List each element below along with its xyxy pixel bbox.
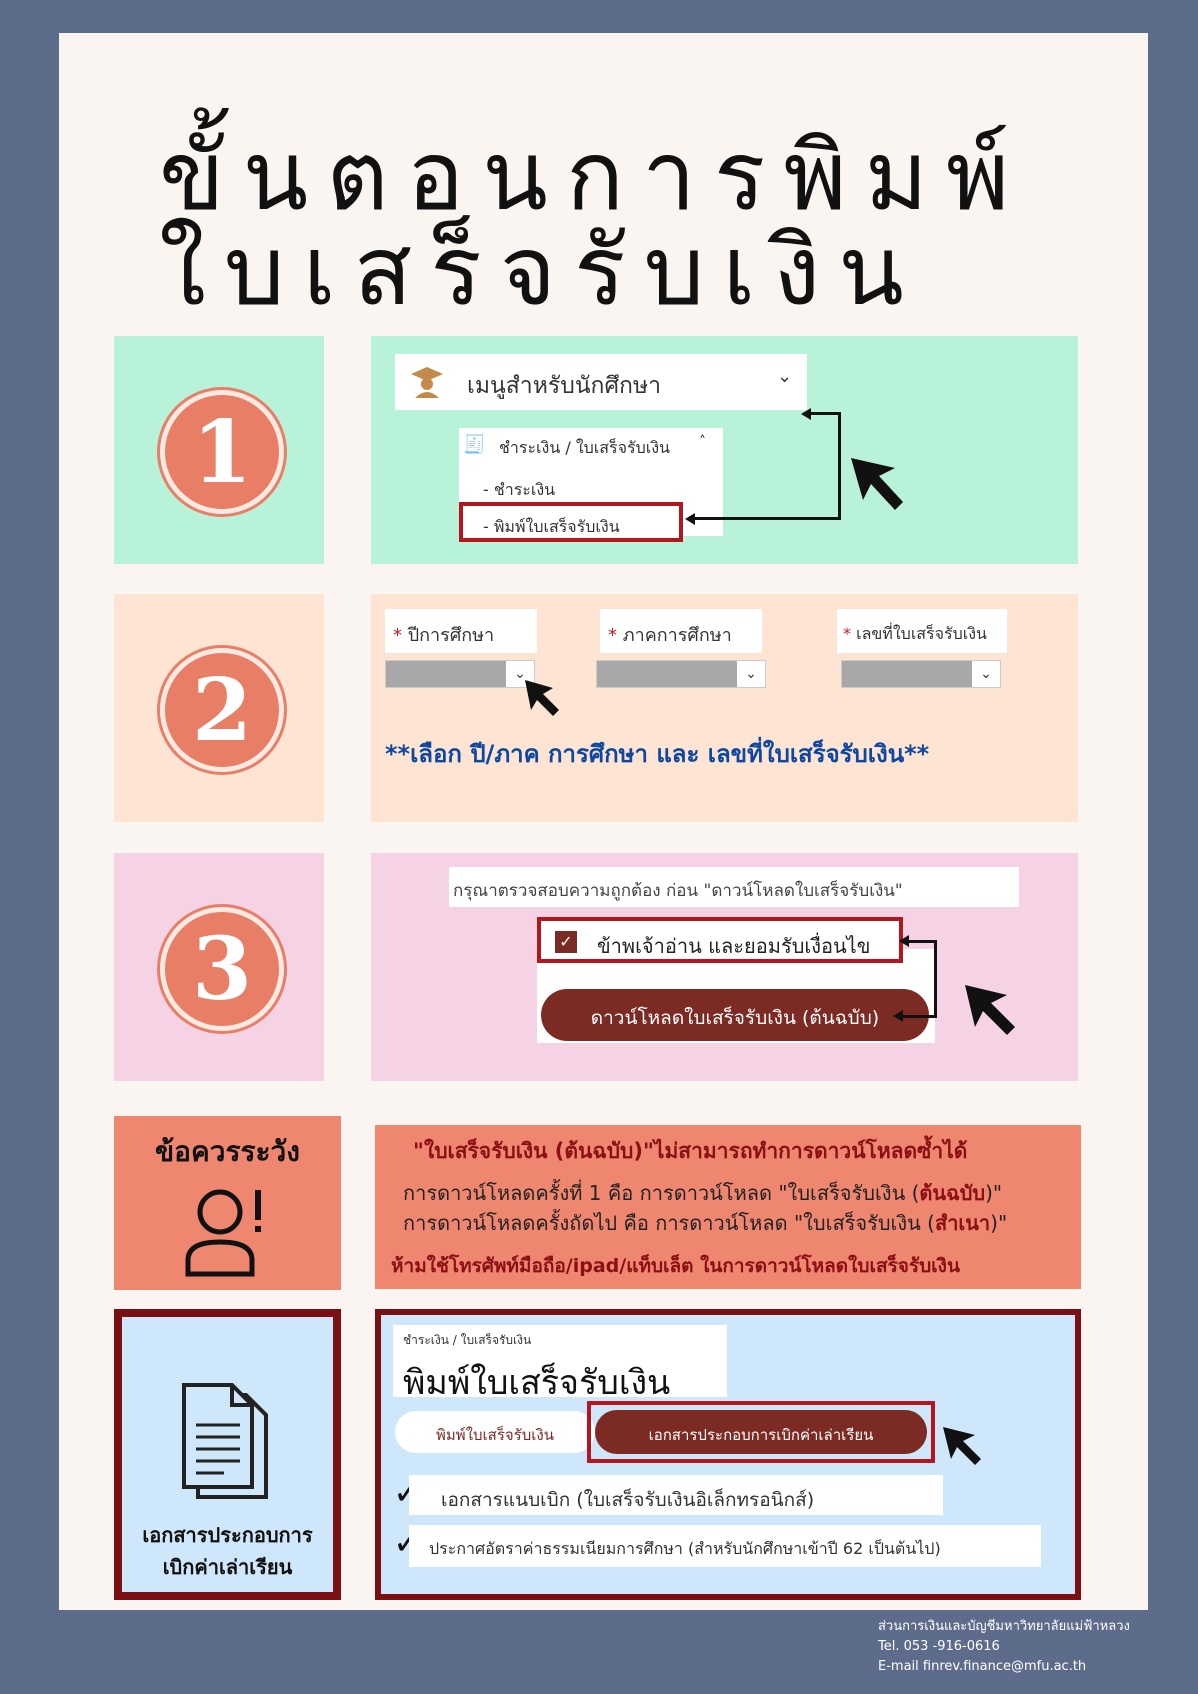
caution-line-2: การดาวน์โหลดครั้งที่ 1 คือ การดาวน์โหลด … <box>403 1181 1003 1205</box>
connector-line <box>934 940 937 1018</box>
step-2-badge: 2 <box>160 648 284 772</box>
term-label-box: * ภาคการศึกษา <box>600 609 762 653</box>
term-select[interactable]: ⌄ <box>596 660 766 688</box>
step-3-badge: 3 <box>160 907 284 1031</box>
chevron-down-icon: ⌄ <box>777 366 793 387</box>
student-menu-label: เมนูสำหรับนักศึกษา <box>467 373 662 399</box>
doc-link-2[interactable]: ประกาศอัตราค่าธรรมเนียมการศึกษา (สำหรับน… <box>409 1525 1041 1567</box>
mouse-cursor-icon <box>943 1427 981 1465</box>
docs-title: เอกสารประกอบการ เบิกค่าเล่าเรียน <box>142 1523 313 1579</box>
page-header: ชำระเงิน / ใบเสร็จรับเงิน พิมพ์ใบเสร็จรั… <box>393 1325 727 1403</box>
document-icon <box>182 1383 268 1499</box>
chevron-down-icon: ⌄ <box>737 661 765 687</box>
docs-panel: ชำระเงิน / ใบเสร็จรับเงิน พิมพ์ใบเสร็จรั… <box>375 1309 1081 1600</box>
submenu-title[interactable]: ชำระเงิน / ใบเสร็จรับเงิน <box>499 436 670 461</box>
accept-terms-checkbox[interactable]: ✓ ข้าพเจ้าอ่าน และยอมรับเงื่อนไข <box>537 917 903 963</box>
term-label: * ภาคการศึกษา <box>608 625 732 646</box>
docs-box: เอกสารประกอบการ เบิกค่าเล่าเรียน <box>114 1309 341 1600</box>
student-menu-header[interactable]: เมนูสำหรับนักศึกษา ⌄ <box>395 354 807 410</box>
doc-link-1[interactable]: เอกสารแนบเบิก (ใบเสร็จรับเงินอิเล็กทรอนิ… <box>409 1475 943 1515</box>
caution-details: "ใบเสร็จรับเงิน (ต้นฉบับ)"ไม่สามารถทำการ… <box>375 1125 1081 1289</box>
connector-line <box>693 517 841 520</box>
receipt-no-select[interactable]: ⌄ <box>841 660 1001 688</box>
footer-email: E-mail finrev.finance@mfu.ac.th <box>878 1659 1087 1674</box>
caution-line-3: การดาวน์โหลดครั้งถัดไป คือ การดาวน์โหลด … <box>403 1211 1008 1235</box>
step-2-panel: * ปีการศึกษา ⌄ * ภาคการศึกษา ⌄ * เลขที่ใ… <box>371 594 1078 822</box>
year-label: * ปีการศึกษา <box>393 625 495 646</box>
tab-reimbursement-docs[interactable]: เอกสารประกอบการเบิกค่าเล่าเรียน <box>595 1410 927 1454</box>
caution-line-1: "ใบเสร็จรับเงิน (ต้นฉบับ)"ไม่สามารถทำการ… <box>413 1139 968 1163</box>
breadcrumb: ชำระเงิน / ใบเสร็จรับเงิน <box>403 1333 532 1347</box>
person-alert-icon <box>185 1189 261 1277</box>
connector-line <box>901 1015 937 1018</box>
step-3-panel: กรุณาตรวจสอบความถูกต้อง ก่อน "ดาวน์โหลดใ… <box>371 853 1078 1081</box>
tab-print-receipt[interactable]: พิมพ์ใบเสร็จรับเงิน <box>395 1411 595 1453</box>
poster: ขั้นตอนการพิมพ์ ใบเสร็จรับเงิน 1 เมนูสำห… <box>59 33 1148 1610</box>
submenu-item-pay[interactable]: - ชำระเงิน <box>483 478 555 503</box>
submenu-item-print: - พิมพ์ใบเสร็จรับเงิน <box>483 517 620 536</box>
download-button-label: ดาวน์โหลดใบเสร็จรับเงิน (ต้นฉบับ) <box>590 1007 880 1029</box>
arrowhead-icon <box>899 935 909 947</box>
arrowhead-icon <box>893 1010 903 1022</box>
step-2-instruction: **เลือก ปี/ภาค การศึกษา และ เลขที่ใบเสร็… <box>385 740 930 768</box>
footer-org: ส่วนการเงินและบัญชีมหาวิทยาลัยแม่ฟ้าหลวง <box>878 1619 1130 1634</box>
step-1-badge: 1 <box>160 390 284 514</box>
caution-line-4: ห้ามใช้โทรศัพท์มือถือ/ipad/แท็บเล็ต ในกา… <box>391 1255 960 1277</box>
mouse-cursor-icon <box>525 680 559 716</box>
title-line-1: ขั้นตอนการพิมพ์ <box>159 120 1028 232</box>
checkbox-checked-icon: ✓ <box>555 931 577 953</box>
download-original-button[interactable]: ดาวน์โหลดใบเสร็จรับเงิน (ต้นฉบับ) <box>541 989 929 1041</box>
receipt-no-label-box: * เลขที่ใบเสร็จรับเงิน <box>837 609 1007 653</box>
arrowhead-icon <box>685 513 695 525</box>
receipt-icon: 🧾 <box>463 434 486 455</box>
chevron-down-icon: ⌄ <box>972 661 1000 687</box>
mouse-cursor-icon <box>851 458 903 510</box>
title-line-2: ใบเสร็จรับเงิน <box>159 215 922 327</box>
notice-box: กรุณาตรวจสอบความถูกต้อง ก่อน "ดาวน์โหลดใ… <box>449 867 1019 907</box>
step-1-number-box: 1 <box>114 336 324 564</box>
caution-box: ข้อควรระวัง <box>114 1116 341 1290</box>
mouse-cursor-icon <box>965 985 1015 1035</box>
submenu-item-print-highlight[interactable]: - พิมพ์ใบเสร็จรับเงิน <box>459 502 683 542</box>
receipt-no-label: * เลขที่ใบเสร็จรับเงิน <box>843 624 987 643</box>
caution-title: ข้อควรระวัง <box>155 1135 300 1168</box>
accept-terms-label: ข้าพเจ้าอ่าน และยอมรับเงื่อนไข <box>597 934 871 958</box>
notice-text: กรุณาตรวจสอบความถูกต้อง ก่อน "ดาวน์โหลดใ… <box>453 881 903 901</box>
step-1-panel: เมนูสำหรับนักศึกษา ⌄ 🧾 ชำระเงิน / ใบเสร็… <box>371 336 1078 564</box>
graduate-icon <box>411 367 443 398</box>
step-3-number-box: 3 <box>114 853 324 1081</box>
footer-contact: ส่วนการเงินและบัญชีมหาวิทยาลัยแม่ฟ้าหลวง… <box>878 1617 1130 1677</box>
footer-tel: Tel. 053 -916-0616 <box>878 1639 1000 1654</box>
year-select[interactable]: ⌄ <box>385 660 535 688</box>
connector-line <box>838 412 841 520</box>
arrowhead-icon <box>801 408 811 420</box>
connector-line <box>807 412 841 415</box>
chevron-up-icon: ˄ <box>699 434 706 450</box>
year-label-box: * ปีการศึกษา <box>385 609 537 653</box>
step-2-number-box: 2 <box>114 594 324 822</box>
